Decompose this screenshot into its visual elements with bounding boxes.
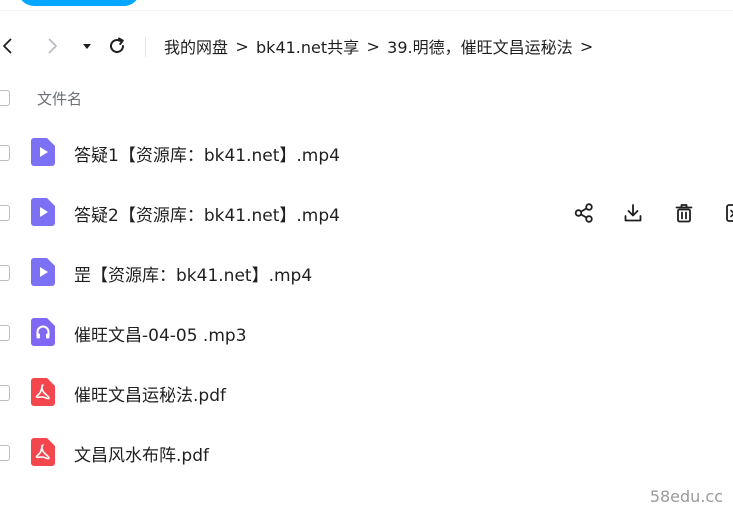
- file-row[interactable]: 催旺文昌-04-05 .mp3: [0, 303, 733, 363]
- audio-file-icon: [31, 318, 55, 346]
- breadcrumb-item-shared[interactable]: bk41.net共享: [256, 34, 359, 58]
- file-row[interactable]: 文昌风水布阵.pdf: [0, 423, 733, 483]
- toolbar-divider: [145, 37, 146, 57]
- file-name[interactable]: 罡【资源库：bk41.net】.mp4: [74, 261, 312, 286]
- download-button[interactable]: [619, 199, 647, 227]
- file-name[interactable]: 催旺文昌运秘法.pdf: [74, 381, 226, 406]
- caret-down-icon: [83, 44, 91, 49]
- pdf-file-icon: [31, 438, 55, 466]
- file-name[interactable]: 答疑1【资源库：bk41.net】.mp4: [74, 141, 340, 166]
- breadcrumb-item-current[interactable]: 39.明德，催旺文昌运秘法: [387, 34, 572, 58]
- share-button[interactable]: [570, 199, 598, 227]
- chevron-left-icon: [3, 38, 12, 54]
- file-name[interactable]: 催旺文昌-04-05 .mp3: [74, 321, 247, 346]
- row-checkbox[interactable]: [0, 145, 10, 161]
- file-list-header: 文件名: [0, 84, 733, 112]
- row-checkbox[interactable]: [0, 205, 10, 221]
- breadcrumb-separator: >: [235, 36, 249, 56]
- refresh-button[interactable]: [103, 32, 131, 60]
- file-row[interactable]: 催旺文昌运秘法.pdf: [0, 363, 733, 423]
- file-row[interactable]: 答疑1【资源库：bk41.net】.mp4: [0, 123, 733, 183]
- delete-button[interactable]: [670, 199, 698, 227]
- back-button[interactable]: [0, 32, 22, 60]
- chevron-right-icon: [48, 38, 57, 54]
- select-all-checkbox[interactable]: [0, 90, 10, 106]
- row-checkbox[interactable]: [0, 265, 10, 281]
- breadcrumb-separator: >: [579, 36, 594, 56]
- share-icon: [574, 203, 593, 223]
- video-file-icon: [31, 258, 55, 286]
- primary-action-button[interactable]: [18, 0, 140, 6]
- pdf-file-icon: [31, 378, 55, 406]
- file-row[interactable]: 罡【资源库：bk41.net】.mp4: [0, 243, 733, 303]
- top-divider: [0, 10, 733, 11]
- video-file-icon: [31, 198, 55, 226]
- breadcrumb-separator: >: [366, 36, 380, 56]
- file-name[interactable]: 文昌风水布阵.pdf: [74, 441, 209, 466]
- navigation-toolbar: 我的网盘 > bk41.net共享 > 39.明德，催旺文昌运秘法 >: [0, 28, 733, 64]
- forward-button[interactable]: [38, 32, 66, 60]
- video-file-icon: [31, 138, 55, 166]
- row-checkbox[interactable]: [0, 445, 10, 461]
- watermark: 58edu.cc: [649, 487, 723, 506]
- breadcrumb: 我的网盘 > bk41.net共享 > 39.明德，催旺文昌运秘法 >: [164, 28, 601, 64]
- file-name[interactable]: 答疑2【资源库：bk41.net】.mp4: [74, 201, 340, 226]
- column-header-filename[interactable]: 文件名: [37, 88, 82, 109]
- more-icon: [726, 204, 733, 222]
- file-row[interactable]: 答疑2【资源库：bk41.net】.mp4: [0, 183, 733, 243]
- delete-icon: [675, 204, 693, 223]
- history-dropdown-button[interactable]: [73, 32, 101, 60]
- refresh-icon: [110, 37, 124, 53]
- row-checkbox[interactable]: [0, 385, 10, 401]
- more-button[interactable]: [720, 199, 733, 227]
- row-checkbox[interactable]: [0, 325, 10, 341]
- breadcrumb-item-root[interactable]: 我的网盘: [164, 34, 228, 58]
- download-icon: [624, 204, 642, 222]
